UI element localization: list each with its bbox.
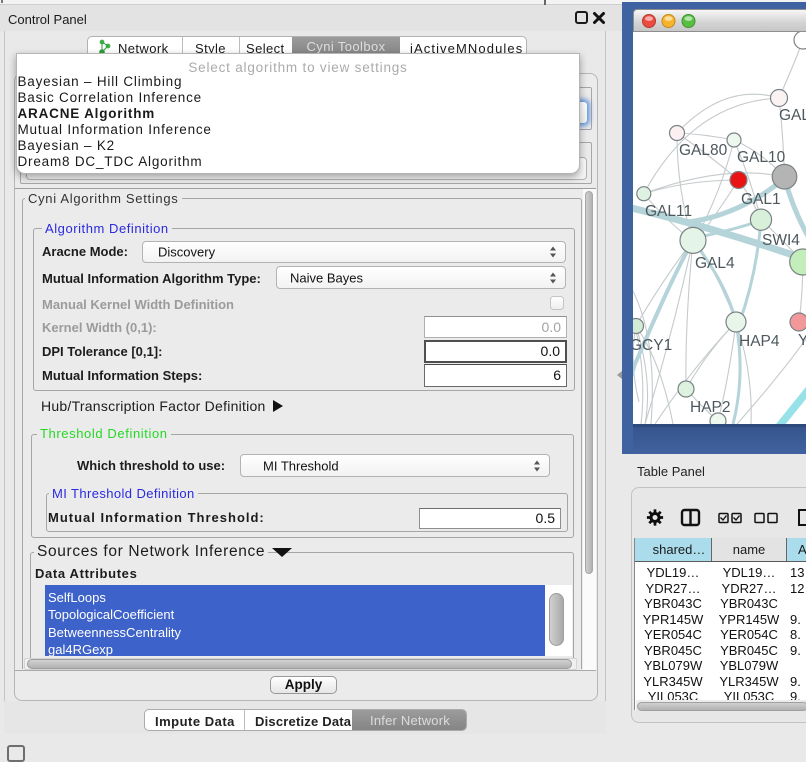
- svg-text:GAL4: GAL4: [695, 255, 735, 272]
- svg-text:GAL10: GAL10: [737, 149, 786, 166]
- svg-text:YM: YM: [798, 332, 806, 349]
- svg-text:GAL80: GAL80: [679, 142, 728, 159]
- svg-text:GCY1: GCY1: [633, 337, 672, 354]
- svg-text:GAL2: GAL2: [779, 107, 806, 124]
- svg-text:GAL11: GAL11: [645, 203, 692, 220]
- svg-text:GAL1: GAL1: [741, 191, 781, 208]
- svg-text:SWI4: SWI4: [762, 232, 800, 249]
- svg-text:HAP2: HAP2: [690, 399, 731, 416]
- svg-text:HAP4: HAP4: [739, 333, 780, 350]
